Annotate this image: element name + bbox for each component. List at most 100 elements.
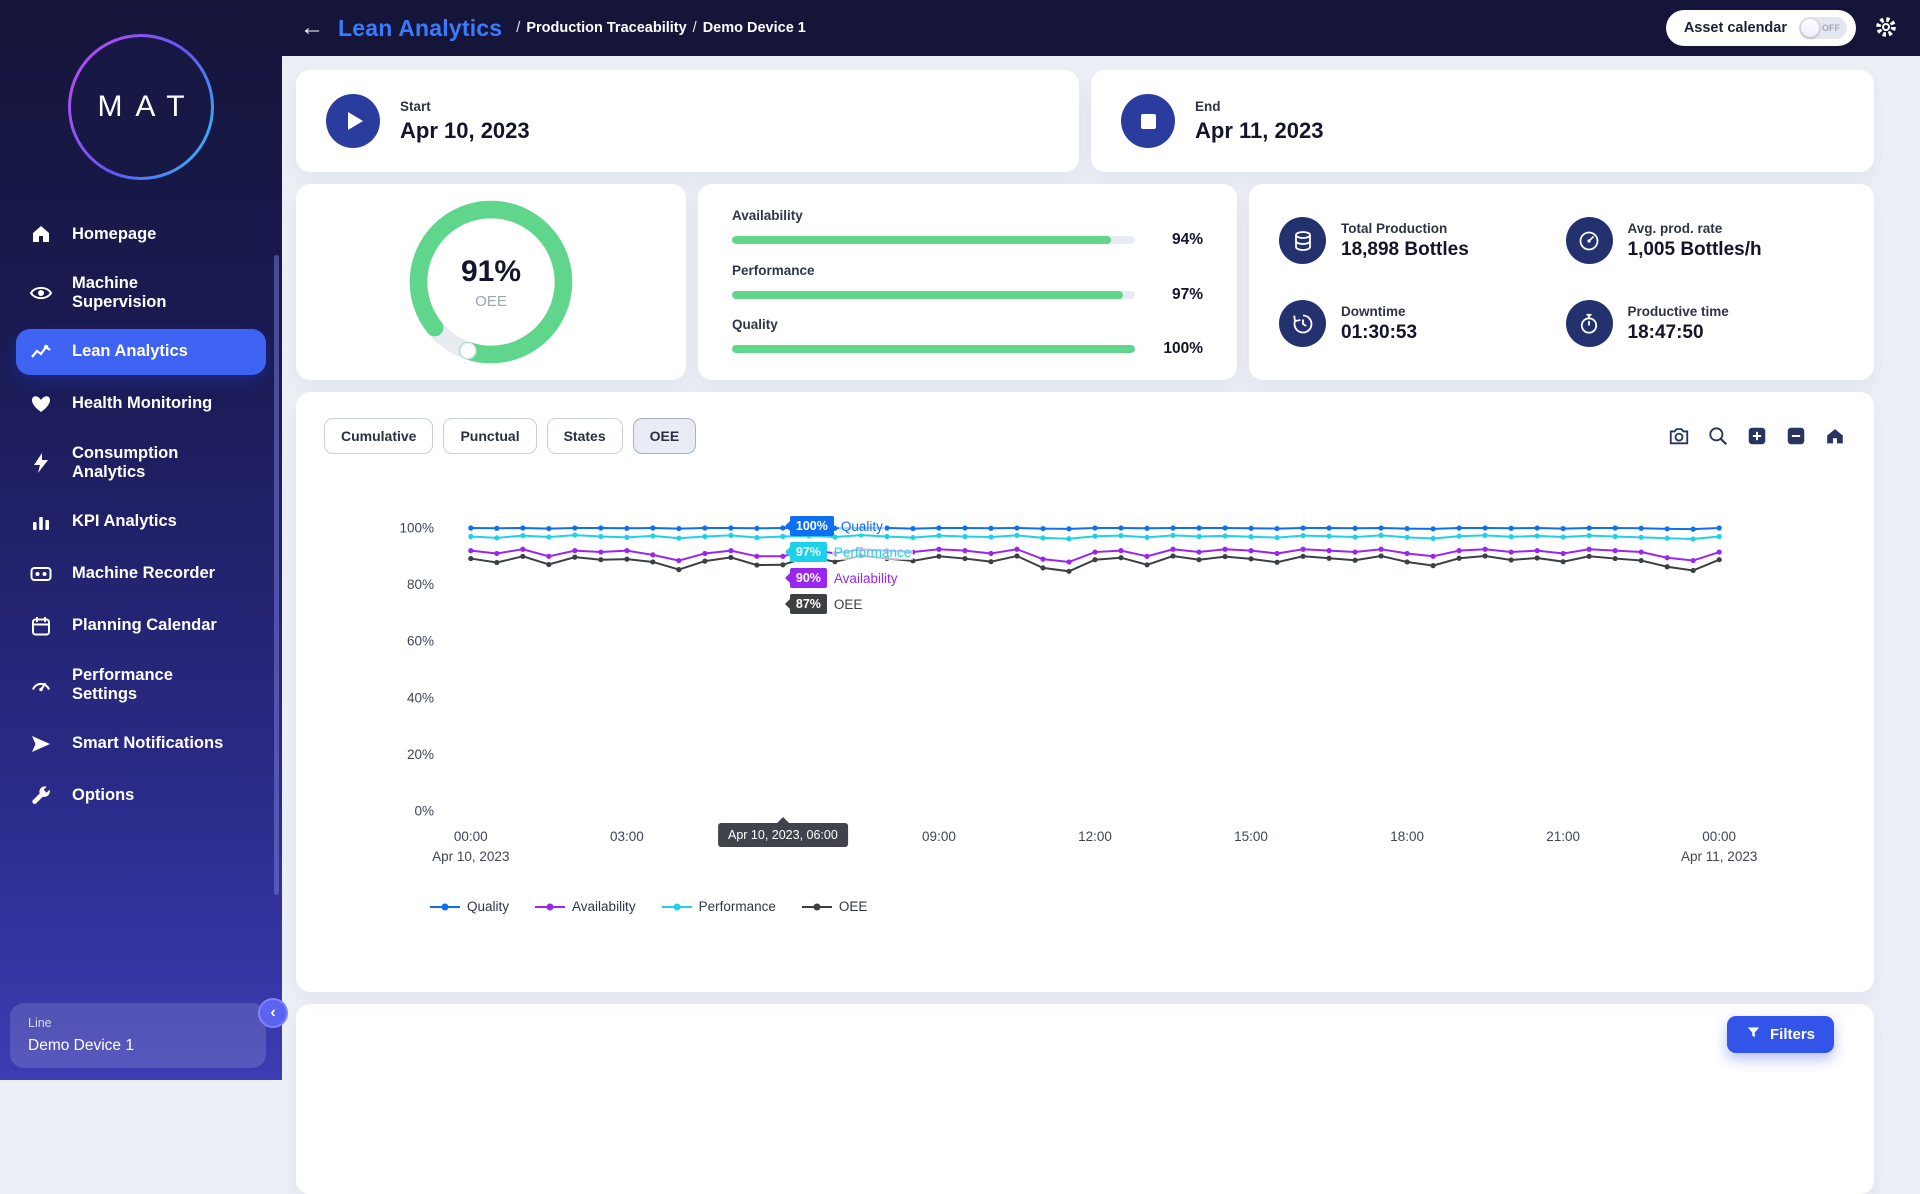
send-icon <box>28 732 54 756</box>
availability-bar-fill <box>732 236 1111 244</box>
end-date-card: End Apr 11, 2023 <box>1091 70 1874 172</box>
quality-bar-fill <box>732 345 1135 353</box>
chart-mode-toolbar <box>1668 425 1846 447</box>
tab-oee[interactable]: OEE <box>633 418 697 454</box>
asset-calendar-switch[interactable]: OFF <box>1799 17 1847 39</box>
toggle-state-label: OFF <box>1822 23 1840 33</box>
svg-text:09:00: 09:00 <box>922 829 956 844</box>
sidebar-item-smart-notifications[interactable]: Smart Notifications <box>16 721 266 767</box>
svg-text:Apr 11, 2023: Apr 11, 2023 <box>1681 849 1757 864</box>
oee-gauge: 91% OEE <box>403 194 579 370</box>
sidebar-item-performance-settings[interactable]: Performance Settings <box>16 655 266 715</box>
settings-button[interactable] <box>1874 15 1898 42</box>
chart-legend: Quality Availability Performance OEE <box>355 899 1815 914</box>
zoom-out-icon[interactable] <box>1785 425 1807 447</box>
sidebar-scrollbar[interactable] <box>274 255 279 895</box>
tab-cumulative[interactable]: Cumulative <box>324 418 433 454</box>
quality-bar: Quality 100% <box>732 317 1203 358</box>
svg-text:18:00: 18:00 <box>1390 829 1424 844</box>
chart-line-icon <box>28 340 54 364</box>
tab-states[interactable]: States <box>547 418 623 454</box>
sidebar-item-health-monitoring[interactable]: Health Monitoring <box>16 381 266 427</box>
legend-item-performance[interactable]: Performance <box>662 899 776 914</box>
svg-text:0%: 0% <box>414 804 434 819</box>
stopwatch-icon <box>1566 300 1613 347</box>
line-value: Demo Device 1 <box>28 1037 248 1055</box>
svg-text:12:00: 12:00 <box>1078 829 1112 844</box>
top-header: ← Lean Analytics Production Traceability… <box>0 0 1920 56</box>
oee-chart-card: Cumulative Punctual States OEE <box>296 392 1874 992</box>
stop-icon <box>1141 114 1156 129</box>
logo-text: MAT <box>84 90 197 124</box>
gear-icon <box>1874 15 1898 42</box>
sidebar-item-consumption-analytics[interactable]: Consumption Analytics <box>16 433 266 493</box>
oee-gauge-card: 91% OEE <box>296 184 686 380</box>
gauge-icon <box>28 673 54 697</box>
svg-text:00:00: 00:00 <box>1702 829 1736 844</box>
kpi-bars-card: Availability 94% Performance 97% Quality… <box>698 184 1237 380</box>
breadcrumb: Production Traceability Demo Device 1 <box>516 20 806 36</box>
zoom-icon[interactable] <box>1707 425 1729 447</box>
end-stop-button[interactable] <box>1121 94 1175 148</box>
svg-text:40%: 40% <box>407 690 434 705</box>
downtime-stat: Downtime 01:30:53 <box>1279 300 1558 347</box>
toggle-knob <box>1801 19 1819 37</box>
line-selector-panel[interactable]: Line Demo Device 1 <box>10 1003 266 1068</box>
production-icon <box>1279 217 1326 264</box>
breadcrumb-item[interactable]: Production Traceability <box>516 20 686 36</box>
app-logo: MAT <box>68 34 214 180</box>
svg-text:Apr 10, 2023: Apr 10, 2023 <box>432 849 509 864</box>
legend-item-quality[interactable]: Quality <box>430 899 509 914</box>
hover-tooltip: 87%OEE <box>785 594 865 614</box>
filters-button[interactable]: Filters <box>1727 1016 1834 1053</box>
svg-text:03:00: 03:00 <box>610 829 644 844</box>
camera-icon[interactable] <box>1668 425 1690 447</box>
legend-item-oee[interactable]: OEE <box>802 899 868 914</box>
end-date: Apr 11, 2023 <box>1195 118 1323 144</box>
sidebar-item-options[interactable]: Options <box>16 773 266 819</box>
performance-bar: Performance 97% <box>732 263 1203 304</box>
avg-rate-stat: Avg. prod. rate 1,005 Bottles/h <box>1566 217 1845 264</box>
funnel-icon <box>1746 1025 1761 1044</box>
sidebar-item-kpi-analytics[interactable]: KPI Analytics <box>16 499 266 545</box>
wrench-icon <box>28 784 54 808</box>
chevron-left-icon: ‹ <box>270 1004 275 1022</box>
calendar-icon <box>28 614 54 638</box>
sidebar-item-machine-recorder[interactable]: Machine Recorder <box>16 551 266 597</box>
oee-gauge-label: OEE <box>475 293 507 310</box>
eye-icon <box>28 281 54 305</box>
reset-axes-icon[interactable] <box>1824 425 1846 447</box>
total-production-stat: Total Production 18,898 Bottles <box>1279 217 1558 264</box>
sidebar-item-planning-calendar[interactable]: Planning Calendar <box>16 603 266 649</box>
bottom-panel: Filters <box>296 1004 1874 1194</box>
svg-text:15:00: 15:00 <box>1234 829 1268 844</box>
hover-x-label: Apr 10, 2023, 06:00 <box>718 823 848 847</box>
chart-tabs: Cumulative Punctual States OEE <box>324 418 696 454</box>
svg-text:20%: 20% <box>407 747 434 762</box>
oee-line-chart[interactable]: 0%20%40%60%80%100%00:00Apr 10, 202303:00… <box>355 500 1815 914</box>
legend-item-availability[interactable]: Availability <box>535 899 636 914</box>
zoom-in-icon[interactable] <box>1746 425 1768 447</box>
performance-bar-fill <box>732 291 1123 299</box>
back-button[interactable]: ← <box>300 14 324 42</box>
sidebar-menu: Homepage Machine Supervision Lean Analyt… <box>0 208 282 822</box>
play-icon <box>348 112 363 130</box>
bolt-icon <box>28 451 54 475</box>
tab-punctual[interactable]: Punctual <box>443 418 536 454</box>
end-label: End <box>1195 99 1323 114</box>
line-label: Line <box>28 1016 248 1030</box>
sidebar-item-homepage[interactable]: Homepage <box>16 211 266 257</box>
breadcrumb-item[interactable]: Demo Device 1 <box>693 20 806 36</box>
sidebar-item-machine-supervision[interactable]: Machine Supervision <box>16 263 266 323</box>
productive-time-stat: Productive time 18:47:50 <box>1566 300 1845 347</box>
svg-text:00:00: 00:00 <box>454 829 488 844</box>
start-play-button[interactable] <box>326 94 380 148</box>
sidebar-item-lean-analytics[interactable]: Lean Analytics <box>16 329 266 375</box>
asset-calendar-toggle-pill[interactable]: Asset calendar OFF <box>1666 10 1856 46</box>
sidebar-collapse-button[interactable]: ‹ <box>258 998 288 1028</box>
page-title: Lean Analytics <box>338 15 502 42</box>
svg-text:100%: 100% <box>399 521 434 536</box>
heart-icon <box>28 392 54 416</box>
hover-tooltip: 97%Performance <box>785 542 913 562</box>
availability-bar: Availability 94% <box>732 208 1203 249</box>
